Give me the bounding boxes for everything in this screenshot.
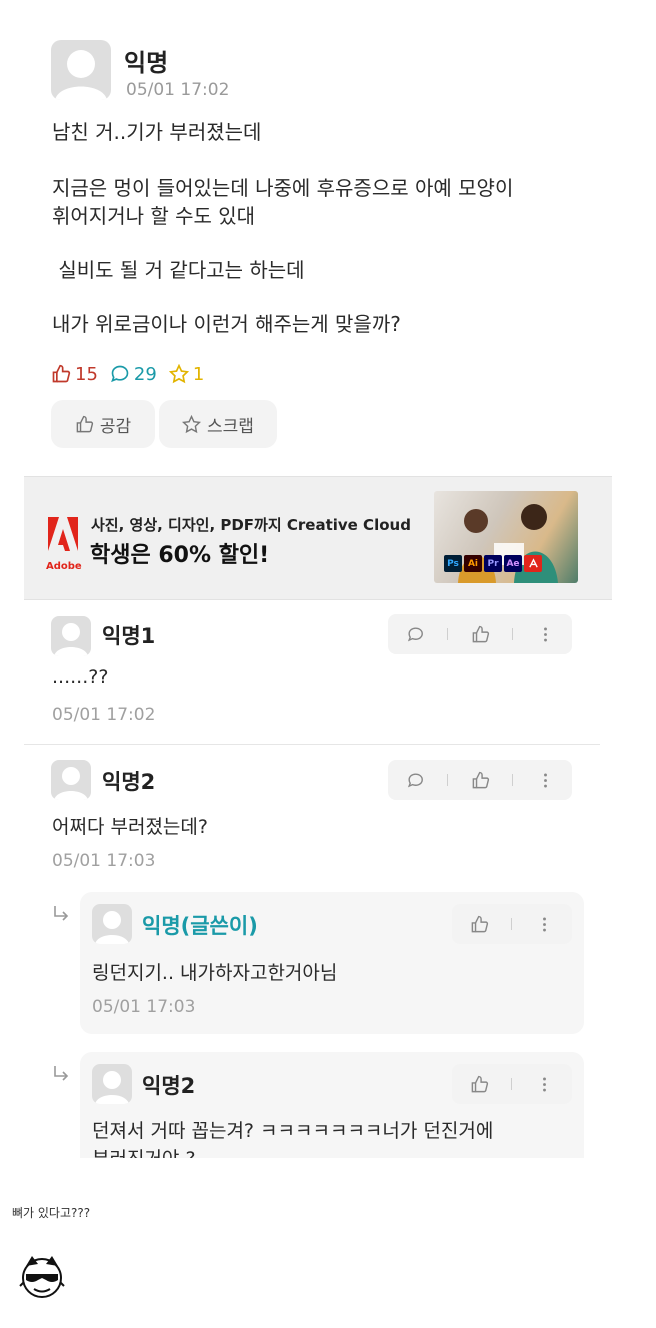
comment-count-value: 29: [133, 363, 157, 385]
reply-text-line2: 부러진거야 ?: [92, 1144, 196, 1158]
more-icon[interactable]: [535, 770, 555, 790]
more-icon[interactable]: [535, 624, 555, 644]
post-author: 익명: [124, 49, 169, 77]
star-icon: [168, 364, 189, 384]
post-body-line: 남친 거..기가 부러졌는데: [52, 120, 262, 144]
reply-time: 05/01 17:03: [92, 997, 196, 1017]
separator: [512, 628, 513, 640]
acrobat-icon: [524, 555, 542, 572]
ad-headline: 학생은 60% 할인!: [90, 543, 270, 568]
separator: [512, 774, 513, 786]
thumbs-up-icon[interactable]: [470, 770, 490, 790]
separator: [511, 918, 513, 930]
empathy-button[interactable]: 공감: [51, 400, 155, 448]
scrap-button-label: 스크랩: [207, 416, 254, 437]
ps-badge: Ps: [444, 555, 462, 572]
comment-time: 05/01 17:02: [52, 705, 156, 725]
thumbs-up-icon[interactable]: [470, 624, 490, 644]
post-body-line: 지금은 멍이 들어있는데 나중에 후유증으로 아예 모양이: [52, 176, 514, 200]
comment-actions: [388, 760, 572, 800]
post-time: 05/01 17:02: [126, 80, 230, 100]
reply-avatar[interactable]: [92, 904, 132, 944]
comment-avatar[interactable]: [51, 760, 91, 800]
post-stats: 15 29 1: [51, 362, 216, 386]
separator: [447, 774, 448, 786]
like-count: 15: [51, 364, 98, 385]
post-body-line: 실비도 될 거 같다고는 하는데: [52, 258, 305, 282]
thumbs-up-icon[interactable]: [469, 914, 489, 934]
reply-icon[interactable]: [405, 624, 425, 644]
comment-avatar[interactable]: [51, 616, 91, 656]
like-count-value: 15: [75, 363, 98, 385]
ad-banner[interactable]: Adobe 사진, 영상, 디자인, PDF까지 Creative Cloud …: [24, 476, 612, 600]
ad-subtitle: 사진, 영상, 디자인, PDF까지 Creative Cloud: [91, 516, 411, 534]
reply-actions: [452, 904, 572, 944]
scrap-count: 1: [168, 363, 205, 385]
adobe-logo-icon: [48, 517, 78, 551]
reply-box: 익명(글쓴이) 링던지기.. 내가하자고한거아님 05/01 17:03: [80, 892, 584, 1034]
comment-text: 어쩌다 부러졌는데?: [52, 816, 208, 838]
speech-bubble-icon: [111, 365, 129, 383]
ae-badge: Ae: [504, 555, 522, 572]
post-body-line: 휘어지거나 할 수도 있대: [52, 204, 256, 228]
app-badges: Ps Ai Pr Ae: [444, 555, 544, 572]
reply-text: 링던지기.. 내가하자고한거아님: [92, 962, 338, 984]
reply-author: 익명2: [142, 1074, 196, 1098]
screenshot-panel: 익명 05/01 17:02 남친 거..기가 부러졌는데 지금은 멍이 들어있…: [24, 16, 612, 1158]
separator: [511, 1078, 513, 1090]
reply-actions: [452, 1064, 572, 1104]
reply-author-op: 익명(글쓴이): [142, 914, 258, 938]
comment-time: 05/01 17:03: [52, 851, 156, 871]
post-body-line: 내가 위로금이나 이런거 해주는게 맞을까?: [52, 312, 401, 336]
more-icon[interactable]: [535, 1074, 555, 1094]
caption: 뼈가 있다고???: [12, 1206, 91, 1220]
empathy-button-label: 공감: [99, 416, 132, 437]
comment-author: 익명2: [102, 770, 156, 794]
reply-icon[interactable]: [405, 770, 425, 790]
reply-text: 던져서 거따 꼽는겨? ㅋㅋㅋㅋㅋㅋㅋ너가 던진거에: [92, 1120, 494, 1142]
thumbs-up-icon: [76, 415, 93, 432]
comment-author: 익명1: [102, 624, 156, 648]
reply-box: 익명2 던져서 거따 꼽는겨? ㅋㅋㅋㅋㅋㅋㅋ너가 던진거에 부러진거야 ?: [80, 1052, 584, 1158]
ai-badge: Ai: [464, 555, 482, 572]
pr-badge: Pr: [484, 555, 502, 572]
sunglasses-face-icon: [19, 1256, 65, 1298]
ad-brand: Adobe: [46, 561, 82, 572]
divider: [24, 744, 600, 745]
scrap-count-value: 1: [192, 363, 205, 385]
reply-avatar[interactable]: [92, 1064, 132, 1104]
more-icon[interactable]: [535, 914, 555, 934]
thumbs-up-icon: [52, 364, 71, 383]
thumbs-up-icon[interactable]: [469, 1074, 489, 1094]
scrap-button[interactable]: 스크랩: [159, 400, 277, 448]
separator: [447, 628, 448, 640]
reply-arrow-icon: [54, 1066, 69, 1081]
comment-count: 29: [110, 364, 157, 385]
ad-image: Ps Ai Pr Ae: [434, 491, 578, 583]
comment-text: ......??: [52, 666, 109, 688]
reply-arrow-icon: [54, 906, 69, 921]
author-avatar[interactable]: [51, 40, 111, 100]
comment-actions: [388, 614, 572, 654]
star-icon: [182, 414, 202, 433]
